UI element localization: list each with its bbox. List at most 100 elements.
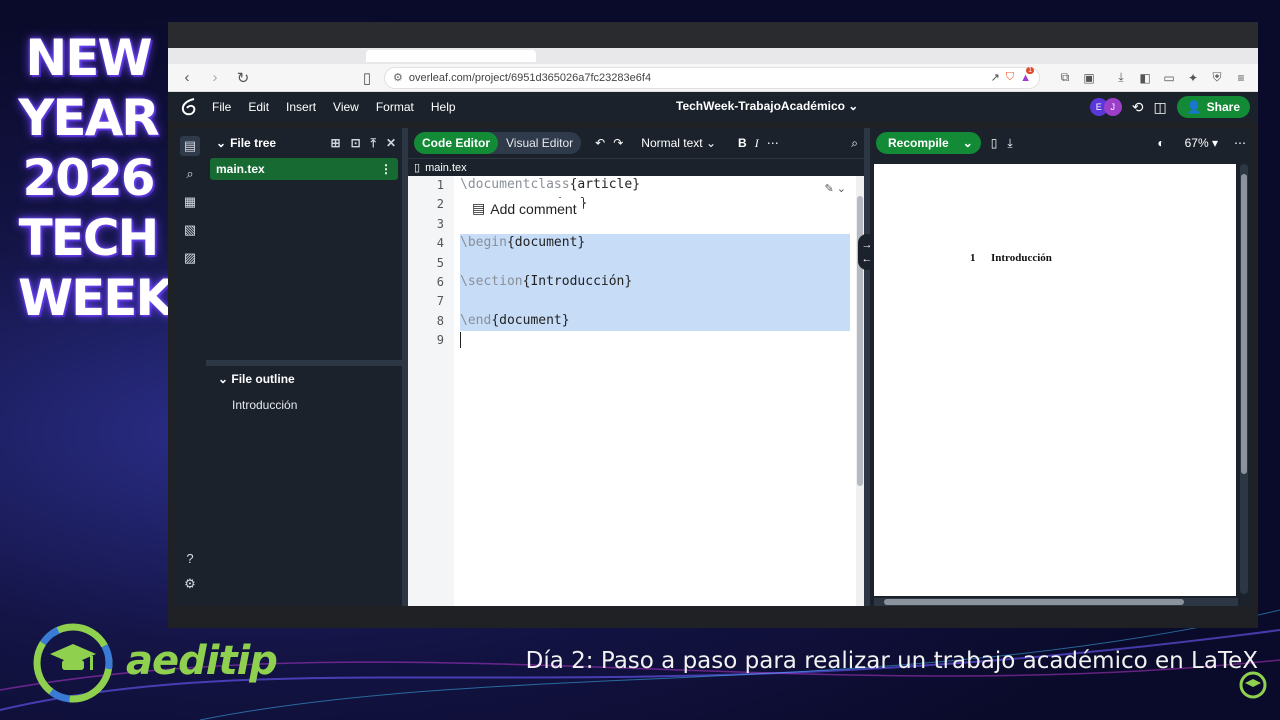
- zoom-select[interactable]: 67% ▾: [1185, 136, 1218, 150]
- code-editor-toggle[interactable]: Code Editor: [414, 132, 498, 154]
- file-outline-header[interactable]: ⌄ File outline: [218, 372, 295, 386]
- aeditip-logo-icon: [33, 623, 113, 703]
- vpn-icon[interactable]: ⛨: [1208, 69, 1226, 87]
- track-changes-toggle[interactable]: ✎ ⌄: [825, 182, 847, 195]
- undo-icon[interactable]: ↶: [595, 136, 605, 150]
- settings-icon[interactable]: ⚙: [180, 574, 200, 594]
- graduation-cap-icon: [1239, 671, 1267, 699]
- more-options-icon[interactable]: ⋯: [1234, 136, 1246, 150]
- overleaf-logo-icon[interactable]: [178, 96, 200, 118]
- layout-icon[interactable]: ◫: [1153, 99, 1166, 116]
- latex-command: \begin: [460, 235, 507, 251]
- pdf-page[interactable]: 1 Introducción: [874, 164, 1236, 596]
- review-icon[interactable]: ▧: [180, 220, 200, 240]
- brave-rewards-icon[interactable]: ▲ 1: [1020, 66, 1035, 84]
- leo-ai-icon[interactable]: ✦: [1184, 69, 1202, 87]
- share-button[interactable]: 👤 Share: [1176, 96, 1250, 118]
- online-users[interactable]: E J: [1089, 98, 1122, 116]
- code-line[interactable]: 4 \begin{document}: [408, 234, 856, 253]
- menu-help[interactable]: Help: [431, 100, 456, 114]
- back-icon[interactable]: ‹: [176, 67, 198, 89]
- text-style-label: Normal text: [641, 136, 703, 150]
- menu-format[interactable]: Format: [376, 100, 414, 114]
- share-page-icon[interactable]: ↗: [991, 71, 1000, 84]
- redo-icon[interactable]: ↷: [613, 136, 623, 150]
- avatar: J: [1103, 98, 1122, 116]
- outline-item[interactable]: Introducción: [232, 398, 297, 412]
- search-icon[interactable]: ⌕: [180, 164, 200, 184]
- promo-line-week: WEEK: [18, 269, 174, 327]
- editor-mode-toggle[interactable]: Code Editor Visual Editor: [414, 132, 582, 154]
- tab-strip: [168, 48, 1258, 64]
- scroll-thumb[interactable]: [884, 599, 1184, 605]
- chat-icon[interactable]: ▨: [180, 248, 200, 268]
- italic-button[interactable]: I: [755, 136, 759, 151]
- code-line[interactable]: 9: [408, 331, 856, 350]
- code-line[interactable]: 6 \section{Introducción}: [408, 273, 856, 292]
- url-field[interactable]: ⚙ overleaf.com/project/6951d365026a7fc23…: [384, 66, 1040, 89]
- logs-icon[interactable]: ▯: [991, 136, 998, 150]
- text-style-select[interactable]: Normal text ⌄: [641, 136, 716, 150]
- extensions-icon[interactable]: ⧉: [1056, 69, 1074, 87]
- code-line[interactable]: 7: [408, 292, 856, 311]
- section-number: 1: [970, 252, 976, 264]
- pdf-vertical-scrollbar[interactable]: [1240, 164, 1248, 594]
- window-top-strip: [168, 22, 1258, 48]
- download-pdf-icon[interactable]: ⤓: [1007, 136, 1012, 151]
- menu-insert[interactable]: Insert: [286, 100, 316, 114]
- scroll-thumb[interactable]: [1241, 174, 1247, 474]
- code-line[interactable]: 1 \documentclass{article}: [408, 176, 856, 195]
- chevron-down-icon: ⌄: [848, 99, 859, 113]
- history-icon[interactable]: ⟲: [1132, 99, 1144, 116]
- chevron-down-icon: ⌄: [705, 136, 717, 150]
- project-title-dropdown[interactable]: TechWeek-TrabajoAcadémico ⌄: [676, 99, 858, 113]
- recompile-button[interactable]: Recompile ⌄: [876, 132, 981, 154]
- help-icon[interactable]: ?: [180, 548, 200, 568]
- download-icon[interactable]: ⤓: [1112, 69, 1130, 87]
- visual-editor-toggle[interactable]: Visual Editor: [498, 132, 581, 154]
- menu-view[interactable]: View: [333, 100, 359, 114]
- new-folder-icon[interactable]: ⊡: [351, 136, 361, 151]
- panel-divider[interactable]: [206, 360, 402, 366]
- wallet-icon[interactable]: ▭: [1160, 69, 1178, 87]
- open-file-tab[interactable]: ▯ main.tex: [408, 158, 864, 176]
- bold-button[interactable]: B: [738, 136, 747, 150]
- add-user-icon: 👤: [1186, 100, 1202, 114]
- more-options-icon[interactable]: ⋯: [767, 136, 779, 150]
- address-bar: ‹ › ↻ ▯ ⚙ overleaf.com/project/6951d3650…: [168, 64, 1258, 92]
- sidebar-icon[interactable]: ◧: [1136, 69, 1154, 87]
- pdf-horizontal-scrollbar[interactable]: [874, 598, 1238, 606]
- chevron-down-icon[interactable]: ⌄: [963, 136, 973, 150]
- code-line[interactable]: 5: [408, 254, 856, 273]
- file-tree-icon[interactable]: ▤: [180, 136, 200, 156]
- share-label: Share: [1206, 100, 1240, 114]
- latex-argument: {Introducción}: [522, 274, 633, 289]
- close-icon[interactable]: ✕: [386, 136, 396, 151]
- tab-active[interactable]: [366, 50, 536, 62]
- tab-inactive[interactable]: [180, 50, 350, 62]
- brave-shield-icon[interactable]: ⛉: [1006, 71, 1014, 84]
- bookmark-icon[interactable]: ▯: [356, 67, 378, 89]
- site-info-icon[interactable]: ⚙: [393, 71, 403, 84]
- promo-title: NEW YEAR 2026 TECH WEEK: [18, 28, 174, 328]
- upload-icon[interactable]: ⤒: [371, 136, 376, 151]
- integrations-icon[interactable]: ▦: [180, 192, 200, 212]
- forward-icon[interactable]: ›: [204, 67, 226, 89]
- reader-icon[interactable]: ▣: [1080, 69, 1098, 87]
- menu-file[interactable]: File: [212, 100, 231, 114]
- new-file-icon[interactable]: ⊞: [331, 136, 341, 151]
- reload-icon[interactable]: ↻: [232, 67, 254, 89]
- add-comment-button[interactable]: ▤ Add comment: [466, 198, 583, 219]
- menu-edit[interactable]: Edit: [248, 100, 269, 114]
- file-item-main-tex[interactable]: main.tex ⋮: [210, 158, 398, 180]
- file-tab-label: main.tex: [425, 161, 467, 174]
- browser-menu-icon[interactable]: ≡: [1232, 69, 1250, 87]
- chevron-down-icon[interactable]: ⌄: [216, 136, 226, 150]
- code-area[interactable]: 1 \documentclass{article} 2 icx} 3 4 \be…: [408, 176, 856, 606]
- latex-command: \end: [460, 312, 492, 328]
- contrast-icon[interactable]: ◐: [1157, 136, 1164, 150]
- code-line[interactable]: 8 \end{document}: [408, 312, 856, 331]
- search-icon[interactable]: ⌕: [851, 136, 858, 151]
- kebab-menu-icon[interactable]: ⋮: [380, 162, 392, 176]
- latex-command: \documentclass: [460, 177, 570, 192]
